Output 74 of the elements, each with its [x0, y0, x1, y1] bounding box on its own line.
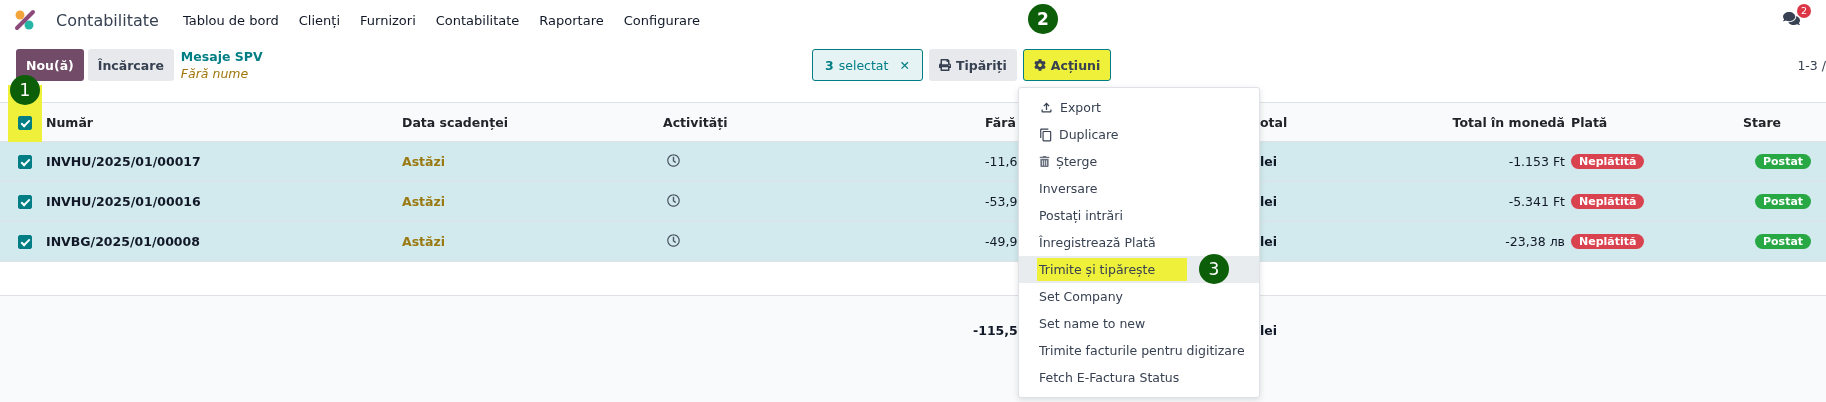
table-cell-text: Astăzi	[402, 234, 447, 249]
upload-icon	[1039, 100, 1054, 115]
table-cell-text: -53,9	[984, 194, 1018, 209]
table-cell-text: -11,6	[984, 154, 1018, 169]
menu-item[interactable]: Trimite și tipărește 3	[1019, 256, 1259, 283]
payment-badge: Neplătită	[1571, 234, 1645, 249]
clock-icon[interactable]	[667, 153, 680, 167]
table-cell-text: lei	[1260, 154, 1279, 169]
table-cell-text: -23,38 лв	[1504, 234, 1565, 249]
table-cell-text: lei	[1260, 194, 1279, 209]
nav-menu-item[interactable]: Contabilitate	[435, 12, 520, 28]
table-cell-text: lei	[1260, 234, 1279, 249]
nav-menu-item[interactable]: Tablou de bord	[182, 12, 279, 28]
menu-item[interactable]: Set name to new	[1019, 310, 1259, 337]
status-badge: Postat	[1755, 194, 1812, 209]
menu-item[interactable]: Șterge	[1019, 148, 1259, 175]
total-cell-text: lei	[1260, 323, 1279, 338]
gear-icon	[1033, 59, 1046, 71]
menu-item[interactable]: Inversare	[1019, 175, 1259, 202]
menu-item[interactable]: Trimite facturile pentru digitizare	[1019, 337, 1259, 364]
step-marker: 1	[10, 75, 40, 105]
column-header[interactable]: Activități	[663, 115, 923, 130]
column-header[interactable]: Număr	[46, 115, 402, 130]
row-checkbox[interactable]	[18, 194, 32, 209]
column-header[interactable]: Stare	[1735, 115, 1826, 130]
nav-menu-item[interactable]: Raportare	[539, 12, 604, 28]
table-cell-text: -49,9	[984, 234, 1018, 249]
clock-icon[interactable]	[667, 193, 680, 207]
copy-icon	[1039, 127, 1053, 142]
nav-menu-item[interactable]: Clienți	[298, 12, 341, 28]
table-cell-text: Astăzi	[402, 154, 447, 169]
status-badge: Postat	[1755, 234, 1812, 249]
table-cell-text: INVHU/2025/01/00017	[46, 154, 202, 169]
logo-icon	[14, 9, 36, 31]
menu-item[interactable]: Set Company	[1019, 283, 1259, 310]
status-badge: Postat	[1755, 154, 1812, 169]
table-cell-text: -1.153 Ft	[1507, 154, 1565, 169]
step-marker: 3	[1199, 254, 1229, 284]
selection-button[interactable]: 3 selectat ✕	[812, 49, 923, 81]
column-header[interactable]: Fără	[923, 115, 1018, 130]
menu-item[interactable]: Postați intrări	[1019, 202, 1259, 229]
menu-item[interactable]: Duplicare	[1019, 121, 1259, 148]
menu-item[interactable]: Export	[1019, 94, 1259, 121]
record-name: Fără nume	[180, 65, 250, 82]
app-title[interactable]: Contabilitate	[56, 10, 159, 30]
select-all-checkbox[interactable]	[18, 115, 32, 130]
menu-item[interactable]: Înregistrează Plată	[1019, 229, 1259, 256]
step-marker: 2	[1027, 4, 1058, 34]
printer-icon	[938, 59, 951, 71]
breadcrumb-link[interactable]: Mesaje SPV	[180, 48, 263, 65]
print-button[interactable]: Tipăriți	[928, 49, 1017, 81]
table-cell-text: INVHU/2025/01/00016	[46, 194, 202, 209]
table-cell-text: INVBG/2025/01/00008	[46, 234, 201, 249]
payment-badge: Neplătită	[1571, 194, 1645, 209]
column-header[interactable]: otal	[1260, 115, 1290, 130]
column-header[interactable]: Data scadenței	[402, 115, 663, 130]
messages-badge: 2	[1796, 4, 1811, 18]
new-button[interactable]: Nou(ă)	[16, 49, 84, 81]
total-cell-text: -115,5	[972, 323, 1018, 338]
trash-icon	[1039, 156, 1050, 167]
column-header[interactable]: Plată	[1565, 115, 1735, 130]
nav-menu-item[interactable]: Configurare	[623, 12, 701, 28]
table-cell-text: Astăzi	[402, 194, 447, 209]
nav-menu-item[interactable]: Furnizori	[360, 12, 416, 28]
row-checkbox[interactable]	[18, 234, 32, 249]
column-header[interactable]: Total în monedă	[1290, 115, 1565, 130]
upload-button[interactable]: Încărcare	[87, 49, 174, 81]
table-cell-text: -5.341 Ft	[1507, 194, 1565, 209]
row-checkbox[interactable]	[18, 154, 32, 169]
pager: 1-3 /	[1797, 57, 1826, 73]
clock-icon[interactable]	[667, 233, 680, 247]
payment-badge: Neplătită	[1571, 154, 1645, 169]
messages-icon[interactable]	[1783, 10, 1800, 27]
menu-item[interactable]: Fetch E-Factura Status	[1019, 364, 1259, 391]
